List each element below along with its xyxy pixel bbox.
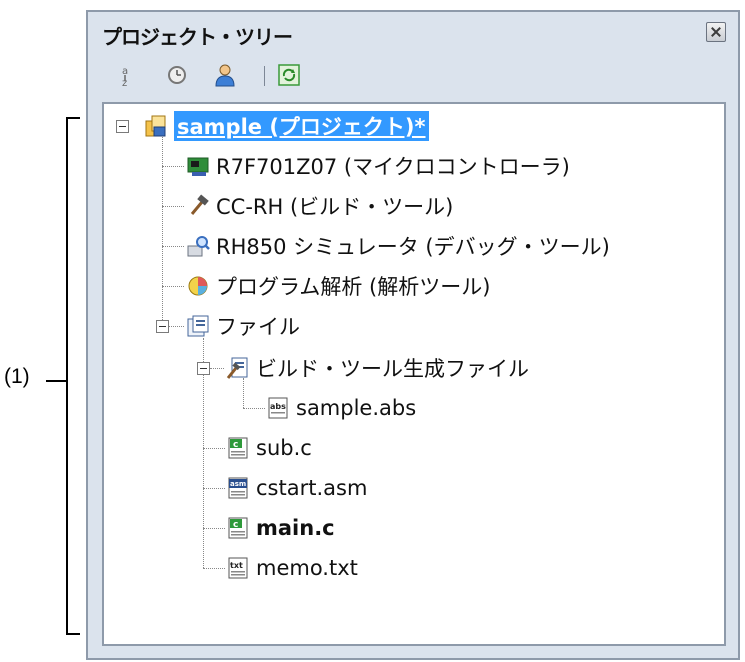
sort-icon: a z: [122, 66, 128, 89]
tree-guide-line: [162, 206, 184, 207]
user-button[interactable]: [212, 62, 238, 88]
svg-text:asm: asm: [230, 480, 246, 488]
tree-guide-line: [162, 286, 184, 287]
sort-button[interactable]: a z: [116, 62, 142, 89]
tree-node-analysis[interactable]: プログラム解析 (解析ツール): [186, 270, 490, 302]
project-icon: [145, 115, 166, 137]
c-file-icon: c: [228, 437, 248, 459]
svg-text:abs: abs: [270, 402, 286, 411]
folder-icon: [187, 315, 209, 337]
hammer-icon: [190, 194, 209, 215]
tree-node-debug-tool[interactable]: RH850 シミュレータ (デバッグ・ツール): [186, 230, 610, 262]
tree-guide-line: [203, 448, 225, 449]
tree-node-label: ファイル: [216, 315, 300, 339]
tree-node-microcontroller[interactable]: R7F701Z07 (マイクロコントローラ): [186, 150, 570, 182]
tree-node-label: CC-RH (ビルド・ツール): [216, 195, 454, 219]
abs-file-icon: abs: [268, 397, 288, 419]
close-button[interactable]: [706, 22, 726, 42]
panel-title: プロジェクト・ツリー: [102, 25, 293, 49]
tree-guide-line: [162, 246, 184, 247]
refresh-icon: [278, 64, 300, 86]
tree-node-label: sample (プロジェクト)*: [174, 111, 429, 141]
expander-toggle[interactable]: [156, 320, 169, 333]
tree-node-build-files[interactable]: ビルド・ツール生成ファイル: [226, 352, 529, 384]
tree-node-label: sub.c: [256, 436, 312, 460]
tree-node-main-c[interactable]: c main.c: [226, 512, 335, 544]
callout-bracket: [66, 117, 80, 635]
tree-guide-line: [162, 134, 163, 326]
tree-node-label: main.c: [256, 516, 335, 540]
c-file-icon: c: [228, 517, 248, 539]
svg-text:c: c: [233, 520, 238, 530]
tree-guide-line: [168, 326, 184, 327]
panel-toolbar: a z: [88, 54, 738, 96]
tree-node-label: プログラム解析 (解析ツール): [216, 275, 491, 299]
tree-node-memo-txt[interactable]: txt memo.txt: [226, 552, 358, 584]
debug-tool-icon: [187, 236, 210, 257]
tree-node-label: memo.txt: [256, 556, 358, 580]
expander-toggle[interactable]: [116, 120, 129, 133]
tree-node-label: RH850 シミュレータ (デバッグ・ツール): [216, 235, 610, 259]
tree-guide-line: [162, 166, 184, 167]
panel-titlebar: プロジェクト・ツリー: [88, 12, 738, 52]
analysis-icon: [188, 276, 208, 296]
callout-tick: [46, 380, 66, 382]
tree-node-sample-abs[interactable]: abs sample.abs: [266, 392, 416, 424]
history-button[interactable]: [164, 62, 190, 88]
clock-icon: [168, 66, 186, 84]
txt-file-icon: txt: [228, 557, 248, 579]
tree-node-label: R7F701Z07 (マイクロコントローラ): [216, 155, 570, 179]
tree-node-sub-c[interactable]: c sub.c: [226, 432, 312, 464]
tree-node-build-tool[interactable]: CC-RH (ビルド・ツール): [186, 190, 453, 222]
tree-node-label: sample.abs: [296, 396, 417, 420]
microcontroller-icon: [187, 157, 209, 176]
tree-guide-line: [203, 488, 225, 489]
tree-node-project[interactable]: sample (プロジェクト)*: [144, 110, 429, 142]
svg-text:z: z: [122, 78, 127, 88]
refresh-button[interactable]: [276, 62, 302, 88]
tree-guide-line: [243, 408, 265, 409]
tree-node-label: cstart.asm: [256, 476, 368, 500]
tree-node-files-folder[interactable]: ファイル: [186, 310, 300, 342]
project-tree[interactable]: sample (プロジェクト)* R7F701Z07 (マイクロコントローラ) …: [102, 102, 726, 646]
tree-guide-line: [203, 568, 225, 569]
build-files-icon: [226, 357, 248, 379]
toolbar-separator: [264, 66, 265, 86]
person-icon: [215, 64, 235, 87]
tree-node-cstart-asm[interactable]: asm cstart.asm: [226, 472, 367, 504]
asm-file-icon: asm: [228, 477, 248, 499]
callout-label: (1): [4, 365, 30, 388]
project-tree-panel: プロジェクト・ツリー a z sample (プロジェクト)* R7F701Z0…: [86, 10, 740, 660]
svg-text:c: c: [233, 440, 238, 450]
tree-guide-line: [210, 368, 224, 369]
svg-text:txt: txt: [230, 561, 243, 570]
expander-toggle[interactable]: [197, 362, 210, 375]
tree-guide-line: [203, 528, 225, 529]
tree-node-label: ビルド・ツール生成ファイル: [256, 357, 529, 381]
